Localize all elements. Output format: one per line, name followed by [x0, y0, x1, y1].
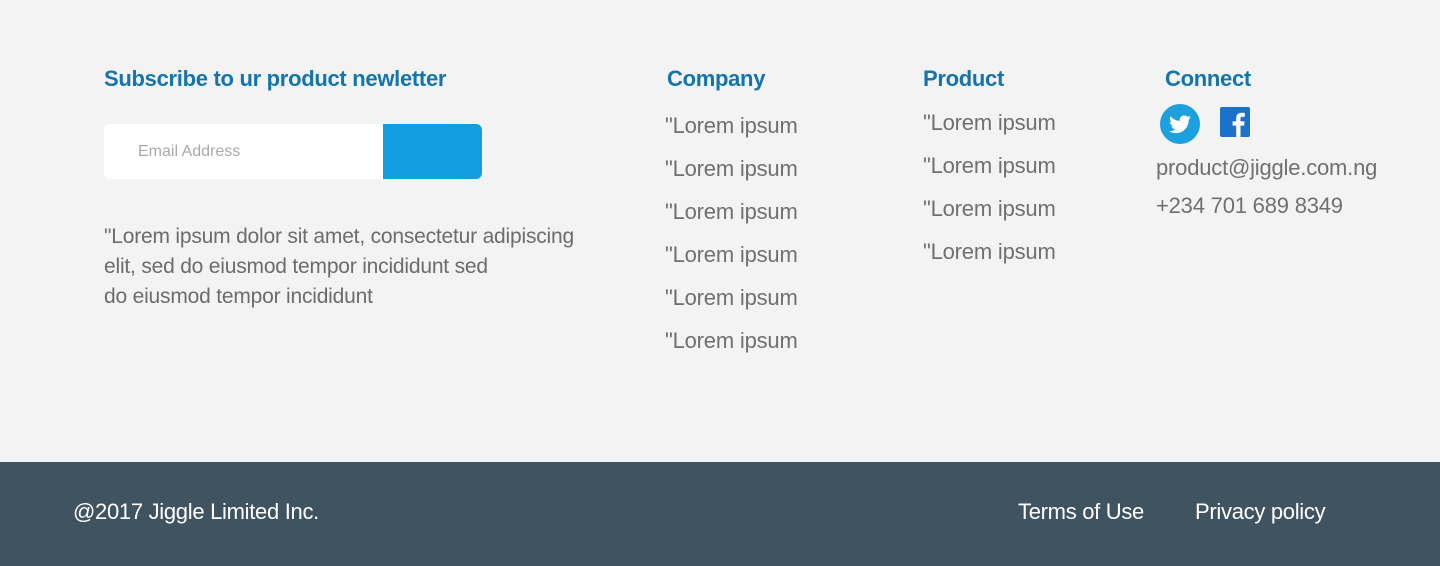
- connect-heading: Connect: [1165, 66, 1251, 91]
- site-footer: Subscribe to ur product newletter "Lorem…: [0, 0, 1440, 462]
- list-item: "Lorem ipsum: [665, 147, 798, 190]
- product-link[interactable]: "Lorem ipsum: [923, 153, 1056, 178]
- contact-phone: +234 701 689 8349: [1156, 193, 1343, 218]
- company-heading: Company: [667, 66, 766, 91]
- list-item: "Lorem ipsum: [665, 104, 798, 147]
- company-link[interactable]: "Lorem ipsum: [665, 242, 798, 267]
- subscribe-button[interactable]: [383, 124, 482, 179]
- bottom-bar: @2017 Jiggle Limited Inc. Terms of Use P…: [0, 462, 1440, 566]
- company-link[interactable]: "Lorem ipsum: [665, 285, 798, 310]
- newsletter-form: [104, 124, 482, 179]
- list-item: "Lorem ipsum: [923, 187, 1056, 230]
- copyright-text: @2017 Jiggle Limited Inc.: [73, 499, 319, 524]
- list-item: "Lorem ipsum: [665, 190, 798, 233]
- company-link[interactable]: "Lorem ipsum: [665, 199, 798, 224]
- email-input[interactable]: [104, 124, 383, 179]
- newsletter-blurb: "Lorem ipsum dolor sit amet, consectetur…: [104, 222, 604, 312]
- list-item: "Lorem ipsum: [665, 233, 798, 276]
- twitter-icon[interactable]: [1160, 104, 1200, 144]
- product-link[interactable]: "Lorem ipsum: [923, 196, 1056, 221]
- product-link[interactable]: "Lorem ipsum: [923, 239, 1056, 264]
- product-link[interactable]: "Lorem ipsum: [923, 110, 1056, 135]
- blurb-line: elit, sed do eiusmod tempor incididunt s…: [104, 255, 488, 278]
- blurb-line: "Lorem ipsum dolor sit amet, consectetur…: [104, 225, 574, 248]
- company-link[interactable]: "Lorem ipsum: [665, 156, 798, 181]
- list-item: "Lorem ipsum: [923, 101, 1056, 144]
- company-link[interactable]: "Lorem ipsum: [665, 113, 798, 138]
- terms-of-use-link[interactable]: Terms of Use: [1018, 499, 1144, 525]
- facebook-icon[interactable]: [1220, 107, 1250, 137]
- list-item: "Lorem ipsum: [923, 144, 1056, 187]
- newsletter-heading: Subscribe to ur product newletter: [104, 66, 447, 91]
- list-item: "Lorem ipsum: [665, 319, 798, 362]
- blurb-line: do eiusmod tempor incididunt: [104, 285, 373, 308]
- list-item: "Lorem ipsum: [665, 276, 798, 319]
- company-link-list: "Lorem ipsum "Lorem ipsum "Lorem ipsum "…: [665, 104, 798, 362]
- contact-email: product@jiggle.com.ng: [1156, 155, 1378, 180]
- product-link-list: "Lorem ipsum "Lorem ipsum "Lorem ipsum "…: [923, 101, 1056, 273]
- list-item: "Lorem ipsum: [923, 230, 1056, 273]
- product-heading: Product: [923, 66, 1005, 91]
- company-link[interactable]: "Lorem ipsum: [665, 328, 798, 353]
- privacy-policy-link[interactable]: Privacy policy: [1195, 499, 1326, 525]
